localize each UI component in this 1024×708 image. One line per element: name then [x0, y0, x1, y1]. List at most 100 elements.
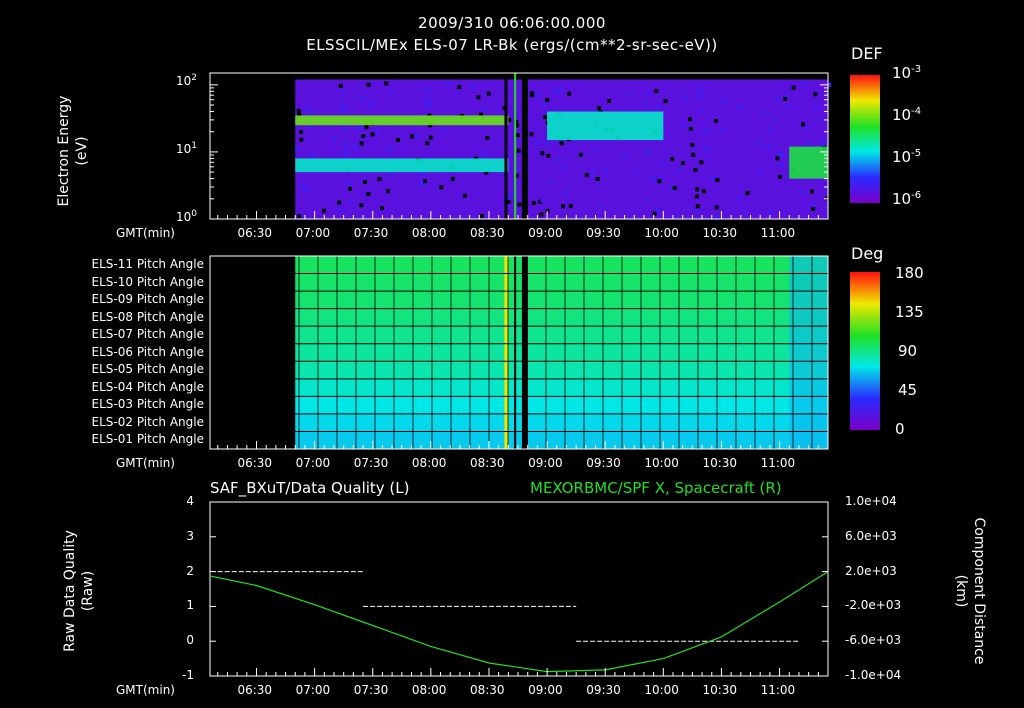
spectrogram-noise-pixel [688, 126, 693, 131]
spectrogram-noise-pixel [476, 95, 481, 100]
distance-tick-label: -2.0e+03 [845, 598, 902, 613]
spectrogram-noise-pixel [564, 189, 569, 194]
spectrogram-noise-pixel [657, 179, 662, 184]
spectrogram-noise-pixel [481, 107, 486, 112]
spectrogram-noise-pixel [561, 204, 566, 209]
spectrogram-noise-pixel [387, 147, 392, 152]
pitch-angle-row-label: ELS-02 Pitch Angle [91, 414, 204, 429]
spectrogram-noise-pixel [299, 137, 304, 142]
spectrogram-noise-pixel [548, 179, 553, 184]
pitch-angle-row-label: ELS-05 Pitch Angle [91, 362, 204, 377]
time-axis-label: GMT(min) [116, 683, 175, 697]
time-tick-label: 07:00 [295, 226, 331, 240]
spectrogram-noise-pixel [510, 192, 515, 197]
time-tick-label: 10:30 [702, 456, 738, 470]
spectrogram-noise-pixel [668, 185, 673, 190]
spectrogram-noise-pixel [388, 172, 393, 177]
deg-tick-90: 90 [898, 342, 918, 360]
spectrogram-noise-pixel [322, 131, 327, 136]
pitch-angle-row-label: ELS-08 Pitch Angle [91, 309, 204, 324]
time-tick-label: 09:00 [528, 683, 563, 697]
spectrogram-noise-pixel [645, 91, 650, 96]
spectrogram-noise-pixel [361, 134, 366, 139]
data-gap-stripe [514, 73, 517, 219]
spectrogram-noise-pixel [485, 135, 490, 140]
spectrogram-noise-pixel [425, 97, 430, 102]
spectrogram-noise-pixel [515, 133, 520, 138]
deg-tick-45: 45 [898, 381, 918, 399]
spectrogram-noise-pixel [341, 109, 346, 114]
spectrogram-noise-pixel [299, 183, 304, 188]
spectrogram-noise-pixel [298, 129, 303, 134]
distance-tick-label: -1.0e+04 [845, 668, 902, 682]
distance-tick-label: 2.0e+03 [845, 563, 897, 578]
energy-spectrogram [209, 72, 832, 220]
spectrogram-noise-pixel [308, 125, 313, 130]
spectrogram-noise-pixel [702, 128, 707, 133]
spectrogram-noise-pixel [714, 205, 719, 210]
spectrogram-noise-pixel [366, 192, 371, 197]
spectrogram-noise-pixel [355, 125, 360, 130]
spectrogram-noise-pixel [450, 176, 455, 181]
data-gap-stripe [504, 73, 508, 219]
spectrogram-noise-pixel [690, 143, 695, 148]
spectrogram-noise-pixel [647, 147, 652, 152]
time-tick-label: 06:30 [237, 683, 273, 697]
spectrogram-background [295, 79, 828, 220]
spectrogram-noise-pixel [562, 167, 567, 172]
spectrogram-noise-pixel [791, 85, 796, 90]
pitch-angle-row-label: ELS-01 Pitch Angle [91, 432, 204, 447]
spectrogram-noise-pixel [517, 202, 522, 207]
spectrogram-noise-pixel [359, 203, 364, 208]
deg-tick-180: 180 [895, 264, 924, 282]
distance-axis-label-line2: (km) [953, 574, 969, 608]
data-gap-stripe [514, 256, 517, 449]
spectrogram-noise-pixel [719, 127, 724, 132]
spectrogram-noise-pixel [420, 172, 425, 177]
spectrogram-noise-pixel [425, 87, 430, 92]
spectrogram-noise-pixel [303, 188, 308, 193]
spectrogram-noise-pixel [820, 141, 825, 146]
spectrogram-noise-pixel [370, 132, 375, 137]
def-tick-exp: -5 [911, 148, 922, 159]
spectrogram-noise-pixel [540, 151, 545, 156]
spectrogram-noise-pixel [706, 128, 711, 133]
spectrogram-noise-pixel [778, 162, 783, 167]
spectrogram-noise-pixel [785, 103, 790, 108]
spectrogram-noise-pixel [643, 99, 648, 104]
spectrogram-band [547, 111, 664, 141]
def-tick-base: 10 [892, 106, 912, 124]
spectrogram-noise-pixel [546, 153, 551, 158]
spectrogram-noise-pixel [359, 141, 364, 146]
spectrogram-noise-pixel [331, 137, 336, 142]
spectrogram-noise-pixel [377, 177, 382, 182]
spectrogram-noise-pixel [486, 91, 491, 96]
spectrogram-noise-pixel [800, 122, 805, 127]
time-tick-label: 07:30 [353, 683, 389, 697]
time-tick-label: 09:30 [586, 456, 621, 470]
def-tick-base: 10 [892, 148, 912, 166]
spectrogram-noise-pixel [680, 161, 685, 166]
spectrogram-noise-pixel [774, 95, 779, 100]
energy-axis-label-line2: (eV) [74, 136, 90, 166]
spectrogram-noise-pixel [777, 174, 782, 179]
energy-tick-base: 10 [176, 210, 192, 224]
time-tick-label: 11:00 [760, 683, 796, 697]
panel3-title-left: SAF_BXuT/Data Quality (L) [210, 479, 410, 497]
spectrogram-noise-pixel [584, 172, 589, 177]
spectrogram-noise-pixel [578, 152, 583, 157]
spectrogram-noise-pixel [688, 117, 693, 122]
spectrogram-noise-pixel [471, 84, 476, 89]
def-tick-exp: -6 [911, 190, 922, 201]
spectrogram-noise-pixel [353, 146, 358, 151]
energy-tick-base: 10 [176, 142, 192, 156]
spectrogram-noise-pixel [700, 109, 705, 114]
time-tick-label: 10:30 [702, 683, 738, 697]
spectrogram-noise-pixel [347, 180, 352, 185]
spectrogram-noise-pixel [698, 90, 703, 95]
spectrogram-noise-pixel [344, 148, 349, 153]
time-tick-label: 11:00 [760, 456, 796, 470]
spectrogram-noise-pixel [647, 199, 652, 204]
time-tick-label: 08:00 [411, 226, 447, 240]
spectrogram-noise-pixel [721, 99, 726, 104]
